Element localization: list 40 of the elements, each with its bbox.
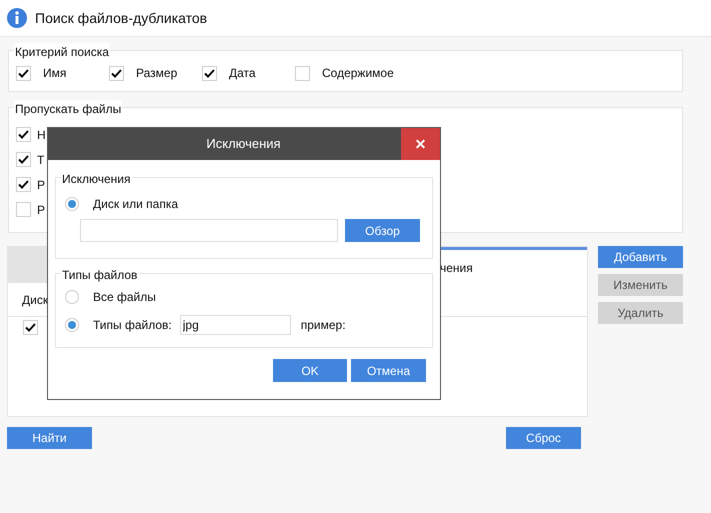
cancel-button[interactable]: Отмена [351,359,426,382]
info-icon [7,8,27,28]
dialog-title: Исключения [205,135,282,154]
radio-label: Диск или папка [93,196,178,213]
checkbox-label: Р [37,202,46,218]
checkbox-label: Т [37,152,44,168]
window-title: Поиск файлов-дубликатов [35,8,208,28]
group-title: Критерий поиска [14,43,110,61]
radio-label: Типы файлов: [93,317,172,334]
checkbox[interactable] [16,152,31,167]
column-header: Диск [22,292,48,308]
checkbox-label: Дата [229,65,256,82]
group-title: Пропускать файлы [14,100,122,118]
checkbox[interactable] [16,127,31,142]
find-button[interactable]: Найти [7,427,92,449]
radio-button[interactable] [65,197,79,211]
checkbox[interactable] [16,202,31,217]
checkbox-label: Имя [43,65,66,82]
path-field[interactable] [80,219,338,242]
checkbox-label: Содержимое [322,65,394,82]
checkbox-label: Н [37,126,46,144]
checkbox-label: Р [37,176,46,194]
checkbox[interactable] [16,66,31,80]
ok-button[interactable]: OK [273,359,347,382]
example-label: пример: [300,317,346,334]
side-button[interactable]: Добавить [598,246,683,268]
radio-label: Все файлы [93,289,156,306]
checkbox[interactable] [295,66,310,80]
reset-button[interactable]: Сброс [506,427,581,449]
radio-button[interactable] [65,318,79,332]
checkbox[interactable] [202,66,217,80]
file-types-field[interactable]: jpg [180,315,291,335]
checkbox-label: Размер [136,65,178,82]
checkbox[interactable] [109,66,124,80]
browse-button[interactable]: Обзор [345,219,420,242]
checkbox[interactable] [16,177,31,192]
close-button[interactable]: × [401,128,440,160]
checkbox[interactable] [23,320,38,334]
tab[interactable]: чения [440,247,587,283]
radio-button[interactable] [65,290,79,304]
